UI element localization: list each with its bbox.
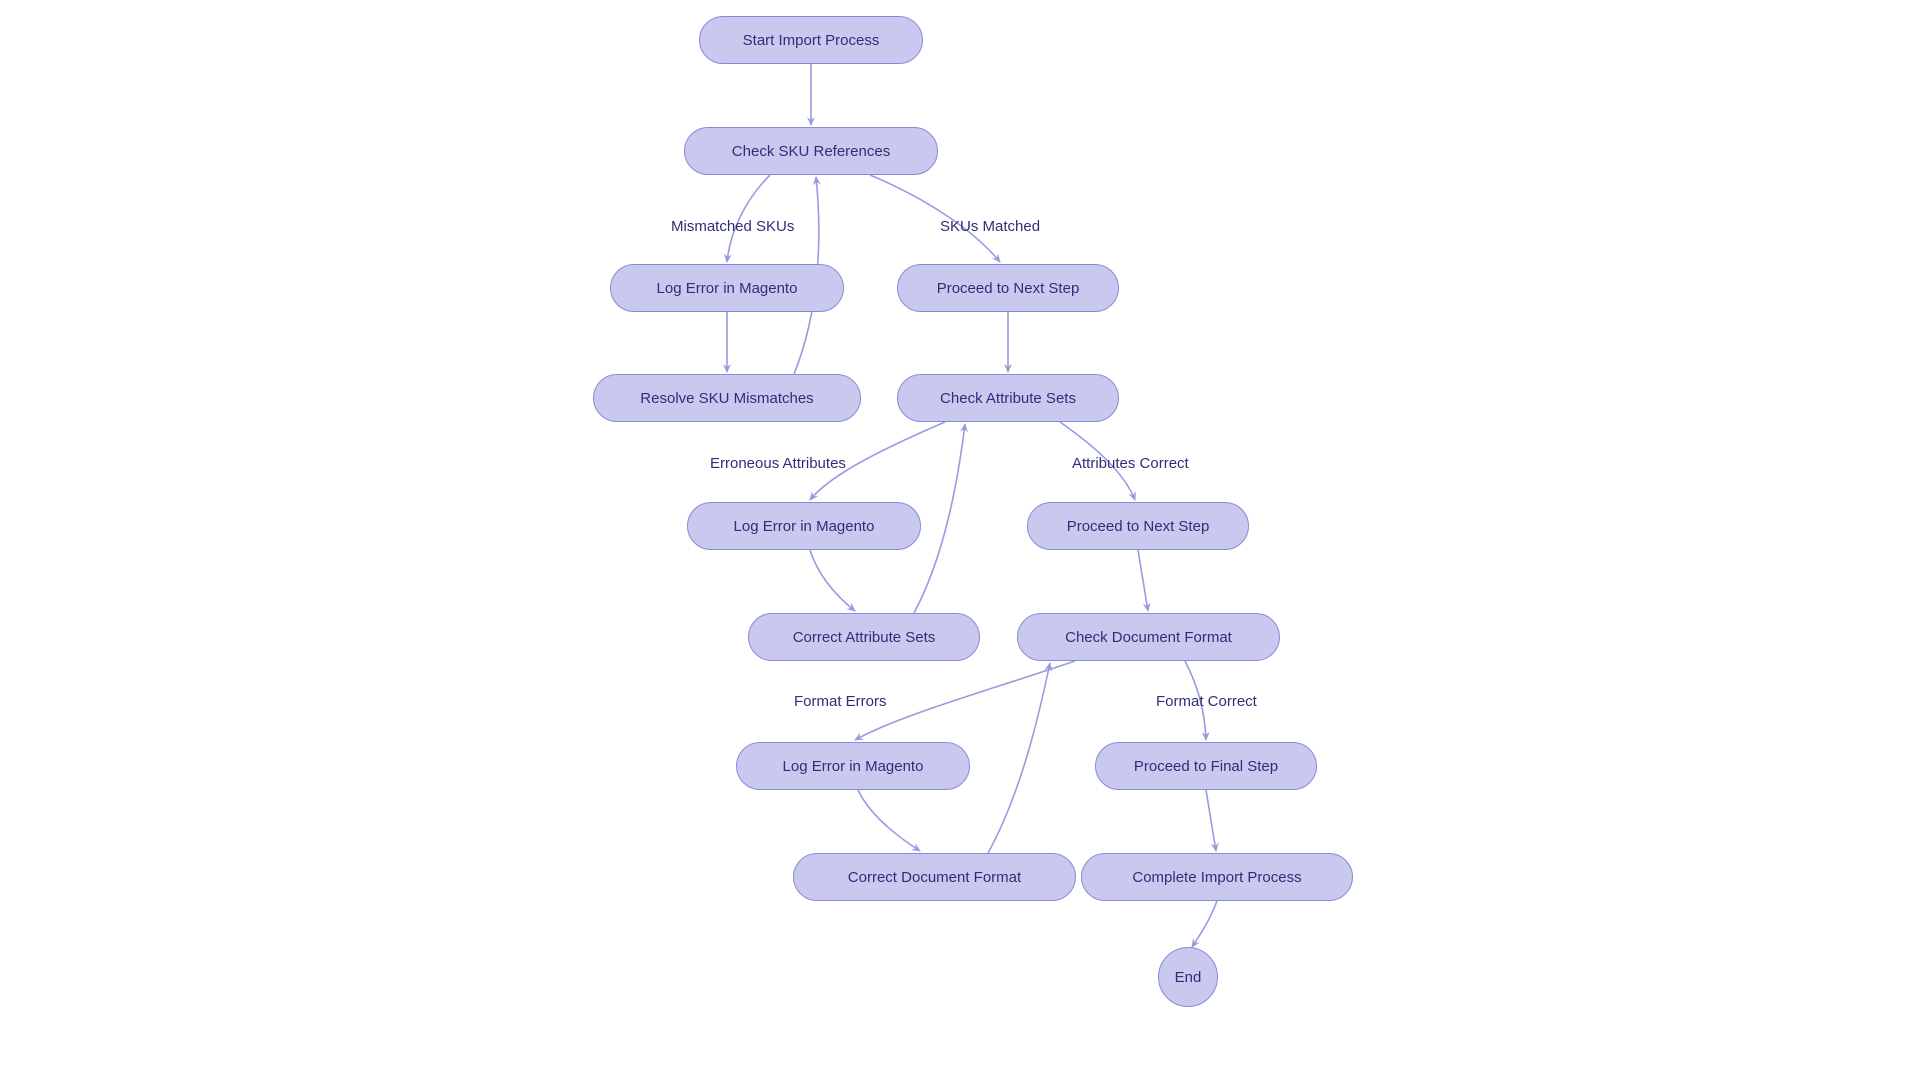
node-label: Log Error in Magento	[783, 758, 924, 775]
node-label: End	[1175, 969, 1202, 986]
node-label: Proceed to Next Step	[937, 280, 1080, 297]
node-log-error-1[interactable]: Log Error in Magento	[610, 264, 844, 312]
node-label: Correct Attribute Sets	[793, 629, 936, 646]
node-end[interactable]: End	[1158, 947, 1218, 1007]
node-label: Correct Document Format	[848, 869, 1021, 886]
node-label: Check Attribute Sets	[940, 390, 1076, 407]
edge-complete-to-end	[1192, 901, 1217, 947]
node-check-sku[interactable]: Check SKU References	[684, 127, 938, 175]
edge-label-format-errors: Format Errors	[794, 693, 887, 710]
node-proceed-1[interactable]: Proceed to Next Step	[897, 264, 1119, 312]
edge-label-mismatched-skus: Mismatched SKUs	[671, 218, 794, 235]
node-check-doc[interactable]: Check Document Format	[1017, 613, 1280, 661]
node-correct-doc[interactable]: Correct Document Format	[793, 853, 1076, 901]
node-label: Start Import Process	[743, 32, 880, 49]
node-complete-import[interactable]: Complete Import Process	[1081, 853, 1353, 901]
node-log-error-2[interactable]: Log Error in Magento	[687, 502, 921, 550]
edge-label-attributes-correct: Attributes Correct	[1072, 455, 1189, 472]
edge-label-skus-matched: SKUs Matched	[940, 218, 1040, 235]
edge-label-format-correct: Format Correct	[1156, 693, 1257, 710]
node-correct-attr[interactable]: Correct Attribute Sets	[748, 613, 980, 661]
node-proceed-final[interactable]: Proceed to Final Step	[1095, 742, 1317, 790]
edge-log-2-to-correct-attr	[810, 550, 855, 611]
node-log-error-3[interactable]: Log Error in Magento	[736, 742, 970, 790]
node-label: Log Error in Magento	[657, 280, 798, 297]
node-label: Resolve SKU Mismatches	[640, 390, 813, 407]
edge-log-3-to-correct-doc	[858, 790, 920, 851]
node-check-attr[interactable]: Check Attribute Sets	[897, 374, 1119, 422]
node-label: Proceed to Next Step	[1067, 518, 1210, 535]
node-proceed-2[interactable]: Proceed to Next Step	[1027, 502, 1249, 550]
edge-label-erroneous-attributes: Erroneous Attributes	[710, 455, 846, 472]
edge-proceed-final-to-complete	[1206, 790, 1216, 851]
edge-proceed-2-to-check-doc	[1138, 550, 1148, 611]
node-label: Check Document Format	[1065, 629, 1232, 646]
node-resolve-sku[interactable]: Resolve SKU Mismatches	[593, 374, 861, 422]
node-label: Proceed to Final Step	[1134, 758, 1278, 775]
edge-correct-attr-to-check-attr	[914, 424, 965, 613]
node-label: Complete Import Process	[1132, 869, 1301, 886]
flowchart-arrows	[0, 0, 1920, 1080]
node-label: Log Error in Magento	[734, 518, 875, 535]
node-label: Check SKU References	[732, 143, 890, 160]
edge-correct-doc-to-check-doc	[988, 663, 1050, 853]
node-start-import[interactable]: Start Import Process	[699, 16, 923, 64]
